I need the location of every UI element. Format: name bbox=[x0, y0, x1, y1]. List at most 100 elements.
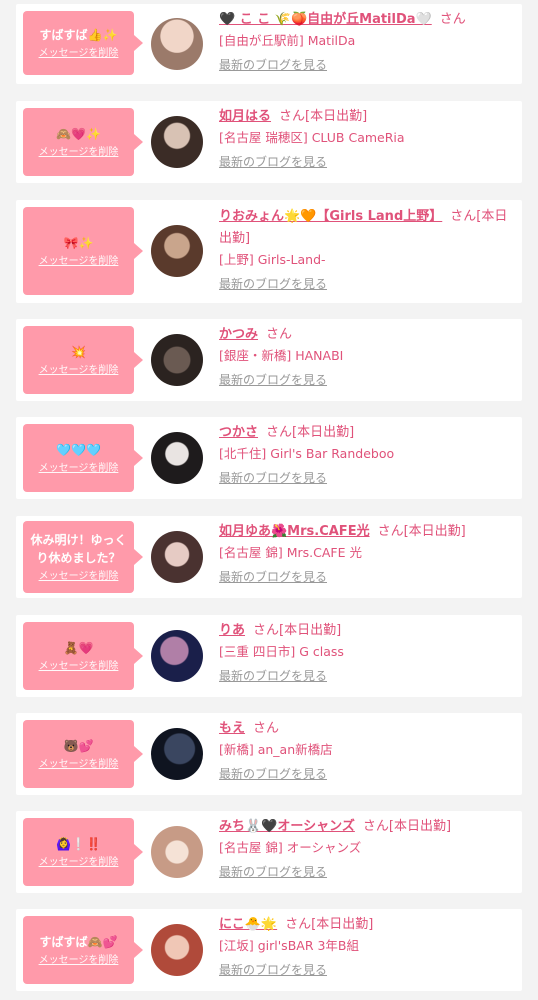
latest-blog-link[interactable]: 最新のブログを見る bbox=[219, 370, 327, 390]
delete-message-button[interactable]: メッセージを削除 bbox=[39, 462, 119, 476]
latest-blog-link[interactable]: 最新のブログを見る bbox=[219, 567, 327, 587]
message-text: 🩵🩵🩵 bbox=[56, 442, 101, 457]
avatar[interactable] bbox=[151, 924, 203, 976]
shop-name: [新橋] an_an新橋店 bbox=[219, 742, 333, 757]
delete-message-button[interactable]: メッセージを削除 bbox=[39, 255, 119, 269]
shop-name: [三重 四日市] G class bbox=[219, 644, 344, 659]
avatar[interactable] bbox=[151, 826, 203, 878]
avatar[interactable] bbox=[151, 225, 203, 277]
profile-info: もえ さん [新橋] an_an新橋店 最新のブログを見る bbox=[219, 718, 514, 784]
message-text: 🙆‍♀️❕‼️ bbox=[56, 836, 101, 851]
attendance-status: [本日出勤] bbox=[311, 917, 374, 932]
message-card: すばすば👍✨ メッセージを削除 🖤 こ こ 🌾🍑自由が丘MatilDa🤍 さん [… bbox=[16, 4, 522, 84]
message-card: 🩵🩵🩵 メッセージを削除 つかさ さん[本日出勤] [北千住] Girl's Ba… bbox=[16, 417, 522, 499]
latest-blog-link[interactable]: 最新のブログを見る bbox=[219, 960, 327, 980]
shop-name: [江坂] girl'sBAR 3年B組 bbox=[219, 938, 360, 953]
san-label: さん bbox=[285, 917, 312, 932]
delete-message-button[interactable]: メッセージを削除 bbox=[39, 660, 119, 674]
latest-blog-link[interactable]: 最新のブログを見る bbox=[219, 862, 327, 882]
profile-info: りあ さん[本日出勤] [三重 四日市] G class 最新のブログを見る bbox=[219, 620, 514, 686]
message-text: すばすば👍✨ bbox=[39, 27, 118, 42]
san-label: さん bbox=[377, 524, 404, 539]
profile-info: かつみ さん [銀座・新橋] HANABI 最新のブログを見る bbox=[219, 324, 514, 390]
delete-message-button[interactable]: メッセージを削除 bbox=[39, 146, 119, 160]
cast-name-link[interactable]: つかさ bbox=[219, 425, 258, 440]
message-bubble: 🐻💕 メッセージを削除 bbox=[23, 720, 143, 788]
avatar[interactable] bbox=[151, 531, 203, 583]
san-label: さん bbox=[253, 721, 280, 736]
message-bubble: すばすば🙈💕 メッセージを削除 bbox=[23, 916, 143, 984]
cast-name-link[interactable]: かつみ bbox=[219, 327, 258, 342]
cast-name-link[interactable]: 如月ゆあ🌺Mrs.CAFE光 bbox=[219, 524, 370, 539]
avatar[interactable] bbox=[151, 18, 203, 70]
delete-message-button[interactable]: メッセージを削除 bbox=[39, 856, 119, 870]
message-text: 🐻💕 bbox=[63, 738, 94, 753]
latest-blog-link[interactable]: 最新のブログを見る bbox=[219, 468, 327, 488]
san-label: さん bbox=[362, 819, 389, 834]
delete-message-button[interactable]: メッセージを削除 bbox=[39, 570, 119, 584]
san-label: さん bbox=[266, 425, 293, 440]
shop-name: [銀座・新橋] HANABI bbox=[219, 348, 344, 363]
delete-message-button[interactable]: メッセージを削除 bbox=[39, 758, 119, 772]
message-card: 休み明け！ゆっくり休めました？ メッセージを削除 如月ゆあ🌺Mrs.CAFE光さ… bbox=[16, 516, 522, 598]
avatar[interactable] bbox=[151, 334, 203, 386]
latest-blog-link[interactable]: 最新のブログを見る bbox=[219, 764, 327, 784]
san-label: さん bbox=[439, 12, 466, 27]
shop-name: [名古屋 錦] オーシャンズ bbox=[219, 840, 362, 855]
message-bubble: 💥 メッセージを削除 bbox=[23, 326, 143, 394]
message-text: 🎀✨ bbox=[63, 235, 94, 250]
cast-name-link[interactable]: もえ bbox=[219, 721, 245, 736]
shop-name: [上野] Girls-Land- bbox=[219, 252, 326, 267]
message-text: 🧸💗 bbox=[63, 640, 94, 655]
message-bubble: 🙆‍♀️❕‼️ メッセージを削除 bbox=[23, 818, 143, 886]
message-card: すばすば🙈💕 メッセージを削除 にこ🐣🌟 さん[本日出勤] [江坂] girl's… bbox=[16, 909, 522, 991]
cast-name-link[interactable]: みち🐰🖤オーシャンズ bbox=[219, 819, 355, 834]
avatar[interactable] bbox=[151, 728, 203, 780]
delete-message-button[interactable]: メッセージを削除 bbox=[39, 47, 119, 61]
profile-info: みち🐰🖤オーシャンズ さん[本日出勤] [名古屋 錦] オーシャンズ 最新のブログ… bbox=[219, 816, 514, 882]
profile-info: 如月ゆあ🌺Mrs.CAFE光 さん[本日出勤] [名古屋 錦] Mrs.CAFE … bbox=[219, 521, 514, 587]
attendance-status: [本日出勤] bbox=[305, 109, 368, 124]
attendance-status: [本日出勤] bbox=[403, 524, 466, 539]
message-text: 💥 bbox=[71, 344, 86, 359]
shop-name: [北千住] Girl's Bar Randeboo bbox=[219, 446, 395, 461]
profile-info: りおみょん🌟🧡【Girls Land上野】 さん[本日出勤] [上野] Girls… bbox=[219, 206, 514, 294]
avatar[interactable] bbox=[151, 116, 203, 168]
message-bubble: すばすば👍✨ メッセージを削除 bbox=[23, 11, 143, 75]
message-bubble: 休み明け！ゆっくり休めました？ メッセージを削除 bbox=[23, 521, 143, 593]
message-card: 💥 メッセージを削除 かつみ さん [銀座・新橋] HANABI 最新のブログを見… bbox=[16, 319, 522, 401]
cast-name-link[interactable]: りおみょん🌟🧡【Girls Land上野】 bbox=[219, 209, 442, 224]
profile-info: つかさ さん[本日出勤] [北千住] Girl's Bar Randeboo 最新… bbox=[219, 422, 514, 488]
latest-blog-link[interactable]: 最新のブログを見る bbox=[219, 274, 327, 294]
latest-blog-link[interactable]: 最新のブログを見る bbox=[219, 152, 327, 172]
delete-message-button[interactable]: メッセージを削除 bbox=[39, 954, 119, 968]
avatar[interactable] bbox=[151, 630, 203, 682]
attendance-status: [本日出勤] bbox=[292, 425, 355, 440]
shop-name: [名古屋 錦] Mrs.CAFE 光 bbox=[219, 545, 362, 560]
message-card: 🙆‍♀️❕‼️ メッセージを削除 みち🐰🖤オーシャンズ さん[本日出勤] [名古屋… bbox=[16, 811, 522, 893]
message-card: 🐻💕 メッセージを削除 もえ さん [新橋] an_an新橋店 最新のブログを見る bbox=[16, 713, 522, 795]
san-label: さん bbox=[266, 327, 293, 342]
latest-blog-link[interactable]: 最新のブログを見る bbox=[219, 55, 327, 75]
delete-message-button[interactable]: メッセージを削除 bbox=[39, 364, 119, 378]
message-card: 🎀✨ メッセージを削除 りおみょん🌟🧡【Girls Land上野】 さん[本日出勤… bbox=[16, 200, 522, 303]
san-label: さん bbox=[253, 623, 280, 638]
cast-name-link[interactable]: にこ🐣🌟 bbox=[219, 917, 277, 932]
message-bubble: 🎀✨ メッセージを削除 bbox=[23, 207, 143, 295]
profile-info: 如月はる さん[本日出勤] [名古屋 瑞穂区] CLUB CameRia 最新のブ… bbox=[219, 106, 514, 172]
cast-name-link[interactable]: 🖤 こ こ 🌾🍑自由が丘MatilDa🤍 bbox=[219, 12, 432, 27]
message-bubble: 🙈💗✨ メッセージを削除 bbox=[23, 108, 143, 176]
shop-name: [自由が丘駅前] MatilDa bbox=[219, 33, 356, 48]
message-bubble: 🩵🩵🩵 メッセージを削除 bbox=[23, 424, 143, 492]
attendance-status: [本日出勤] bbox=[279, 623, 342, 638]
message-text: 休み明け！ゆっくり休めました？ bbox=[30, 532, 127, 565]
message-card: 🧸💗 メッセージを削除 りあ さん[本日出勤] [三重 四日市] G class … bbox=[16, 615, 522, 697]
cast-name-link[interactable]: 如月はる bbox=[219, 109, 271, 124]
avatar[interactable] bbox=[151, 432, 203, 484]
san-label: さん bbox=[279, 109, 306, 124]
san-label: さん bbox=[450, 209, 477, 224]
message-card: 🙈💗✨ メッセージを削除 如月はる さん[本日出勤] [名古屋 瑞穂区] CLUB… bbox=[16, 101, 522, 183]
latest-blog-link[interactable]: 最新のブログを見る bbox=[219, 666, 327, 686]
cast-name-link[interactable]: りあ bbox=[219, 623, 245, 638]
profile-info: にこ🐣🌟 さん[本日出勤] [江坂] girl'sBAR 3年B組 最新のブログを… bbox=[219, 914, 514, 980]
